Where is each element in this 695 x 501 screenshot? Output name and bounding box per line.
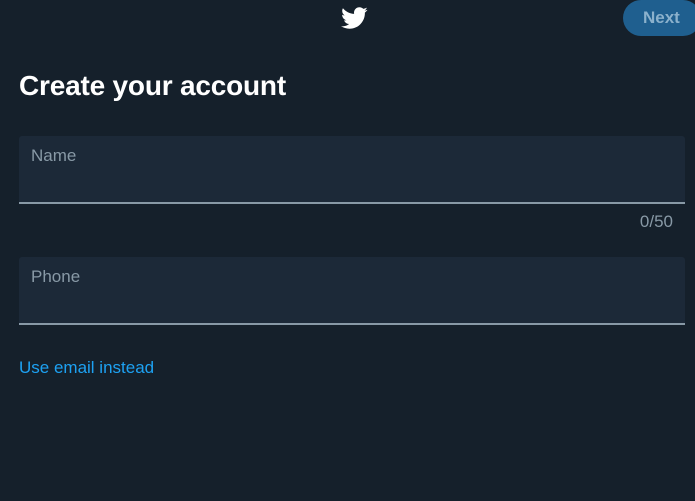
phone-field[interactable]: Phone xyxy=(19,257,685,325)
next-button[interactable]: Next xyxy=(623,0,695,36)
phone-field-label: Phone xyxy=(31,267,81,286)
name-input[interactable] xyxy=(31,168,671,196)
phone-input[interactable] xyxy=(31,289,671,317)
name-field-label: Name xyxy=(31,146,77,165)
top-bar: Next xyxy=(0,0,695,40)
name-character-counter: 0/50 xyxy=(639,212,673,231)
page-title: Create your account xyxy=(19,70,286,101)
twitter-bird-icon xyxy=(341,7,368,29)
name-field[interactable]: Name xyxy=(19,136,685,204)
use-email-instead-link[interactable]: Use email instead xyxy=(19,358,154,378)
